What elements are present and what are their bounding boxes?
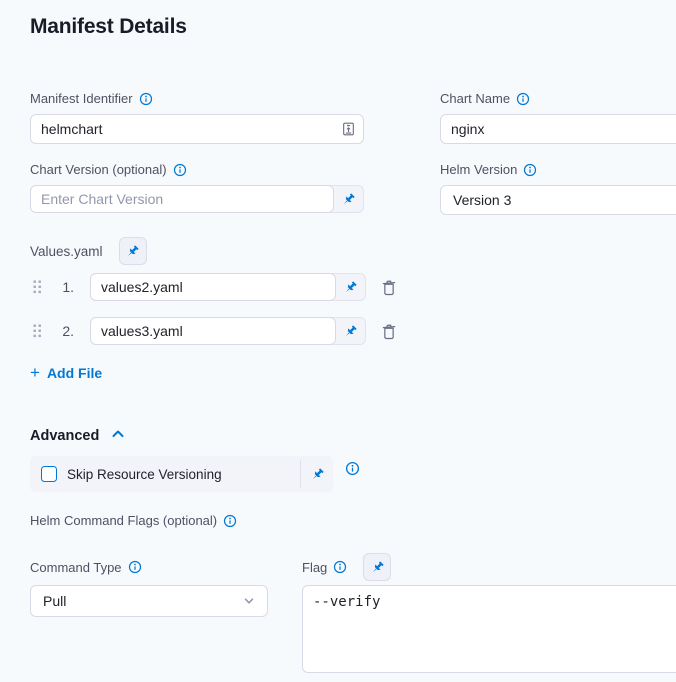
values-yaml-label: Values.yaml (30, 244, 103, 259)
chevron-down-icon (243, 595, 255, 607)
chart-version-input[interactable] (30, 185, 334, 213)
info-icon[interactable] (223, 514, 237, 528)
values-file-input-group (90, 317, 366, 345)
manifest-identifier-input[interactable] (30, 114, 364, 144)
values-file-row: 1. (30, 273, 676, 301)
skip-resource-versioning-label: Skip Resource Versioning (67, 467, 222, 482)
values-file-input-group (90, 273, 366, 301)
flag-label-row: Flag (302, 553, 676, 581)
helm-version-label: Helm Version (440, 162, 517, 178)
pin-icon[interactable] (336, 318, 365, 344)
flag-textarea[interactable]: --verify (302, 585, 676, 673)
values-file-input[interactable] (90, 273, 336, 301)
flag-label: Flag (302, 560, 327, 575)
command-type-selected-value: Pull (43, 593, 243, 609)
top-field-grid: Manifest Identifier Chart Name (30, 91, 676, 215)
id-card-icon[interactable] (342, 122, 355, 137)
plus-icon: + (30, 366, 40, 380)
pin-icon[interactable] (301, 456, 333, 492)
info-icon[interactable] (523, 163, 537, 177)
chart-version-label: Chart Version (optional) (30, 162, 167, 178)
drag-handle-icon[interactable] (33, 324, 42, 338)
pin-icon[interactable] (336, 274, 365, 300)
command-type-label-row: Command Type (30, 553, 268, 581)
values-file-row: 2. (30, 317, 676, 345)
helm-command-flags-label: Helm Command Flags (optional) (30, 513, 217, 529)
helm-command-flags-label-row: Helm Command Flags (optional) (30, 513, 676, 529)
skip-resource-versioning-checkbox[interactable] (41, 466, 57, 482)
info-icon[interactable] (516, 92, 530, 106)
pin-icon[interactable] (119, 237, 147, 265)
advanced-label: Advanced (30, 428, 99, 444)
values-file-index: 1. (56, 279, 74, 295)
field-manifest-identifier: Manifest Identifier (30, 91, 364, 144)
field-chart-version: Chart Version (optional) (30, 162, 364, 215)
skip-resource-versioning-group: Skip Resource Versioning (30, 456, 333, 492)
field-helm-version: Helm Version Version 3 (440, 162, 676, 215)
advanced-section-toggle[interactable]: Advanced (30, 427, 125, 445)
values-yaml-header: Values.yaml (30, 237, 676, 265)
chart-name-label-row: Chart Name (440, 91, 676, 107)
helm-version-selected-value: Version 3 (453, 192, 676, 208)
field-chart-name: Chart Name (440, 91, 676, 144)
helm-version-label-row: Helm Version (440, 162, 676, 178)
page-title: Manifest Details (30, 14, 676, 39)
info-icon[interactable] (345, 461, 360, 476)
chart-name-label: Chart Name (440, 91, 510, 107)
chart-version-label-row: Chart Version (optional) (30, 162, 364, 178)
manifest-identifier-input-wrap (30, 114, 364, 144)
values-file-input[interactable] (90, 317, 336, 345)
manifest-identifier-label-row: Manifest Identifier (30, 91, 364, 107)
add-file-label: Add File (47, 365, 102, 381)
info-icon[interactable] (173, 163, 187, 177)
field-command-type: Command Type Pull (30, 553, 268, 617)
command-flags-grid: Command Type Pull Flag (30, 553, 676, 678)
info-icon[interactable] (139, 92, 153, 106)
info-icon[interactable] (333, 560, 347, 574)
helm-version-select[interactable]: Version 3 (440, 185, 676, 215)
info-icon[interactable] (128, 560, 142, 574)
manifest-identifier-label: Manifest Identifier (30, 91, 133, 107)
trash-icon[interactable] (379, 321, 399, 342)
command-type-select[interactable]: Pull (30, 585, 268, 617)
drag-handle-icon[interactable] (33, 280, 42, 294)
manifest-details-form: Manifest Details Manifest Identifier Cha… (0, 0, 676, 682)
add-file-button[interactable]: + Add File (30, 365, 102, 381)
trash-icon[interactable] (379, 277, 399, 298)
chart-name-input[interactable] (440, 114, 676, 144)
values-file-index: 2. (56, 323, 74, 339)
chevron-up-icon (111, 427, 125, 445)
pin-icon[interactable] (363, 553, 391, 581)
field-flag: Flag --verify (302, 553, 676, 678)
command-type-label: Command Type (30, 560, 122, 575)
chart-version-input-group (30, 185, 364, 213)
pin-icon[interactable] (334, 186, 363, 212)
